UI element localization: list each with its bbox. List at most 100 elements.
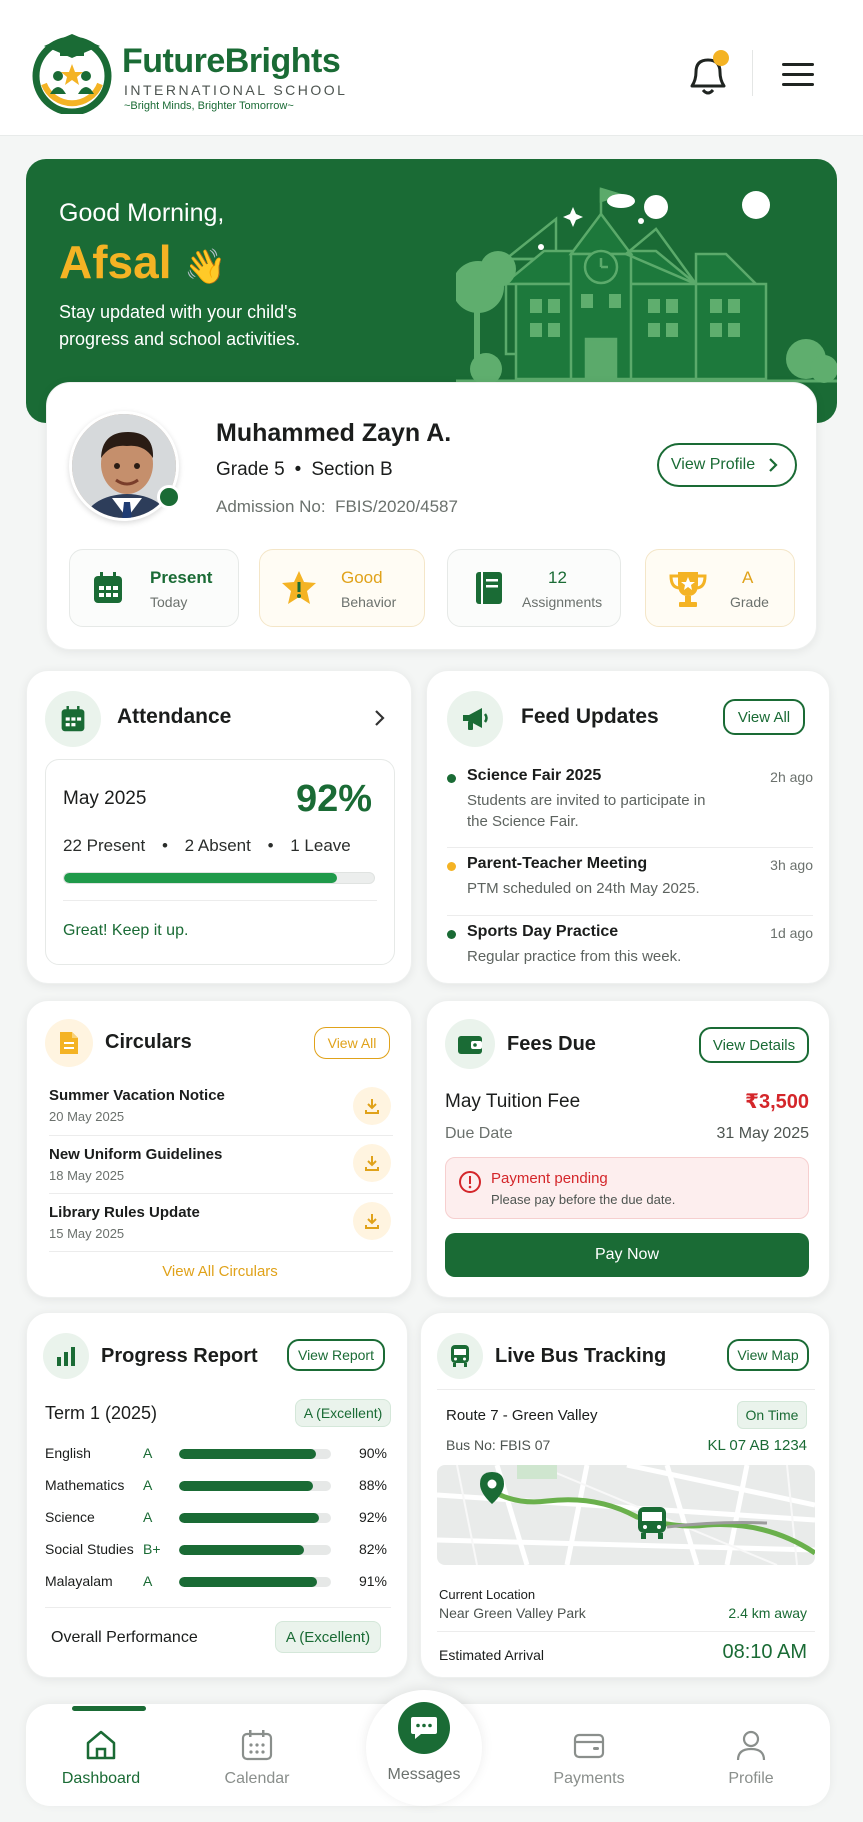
view-profile-label: View Profile: [670, 456, 756, 473]
view-all-circulars-link[interactable]: View All Circulars: [27, 1263, 413, 1280]
download-button[interactable]: [353, 1202, 391, 1240]
calendar-icon: [94, 572, 122, 603]
hero-line-2: progress and school activities.: [59, 329, 301, 349]
chevron-right-icon[interactable]: [369, 707, 389, 729]
subject-row: Malayalam A 91%: [45, 1571, 391, 1595]
download-button[interactable]: [353, 1144, 391, 1182]
circular-date: 20 May 2025: [49, 1109, 125, 1124]
attendance-card[interactable]: Attendance May 2025 92% 22 Present • 2 A…: [26, 670, 412, 984]
subject-row: Social Studies B+ 82%: [45, 1539, 391, 1563]
view-map-button[interactable]: View Map: [727, 1339, 809, 1371]
nav-label: Messages: [387, 1766, 461, 1783]
feed-item[interactable]: Sports Day Practice 1d ago Regular pract…: [447, 923, 813, 979]
book-icon: [476, 572, 502, 604]
nav-calendar[interactable]: Calendar: [202, 1704, 312, 1812]
circulars-card: Circulars View All Summer Vacation Notic…: [26, 1000, 412, 1298]
divider: [437, 1389, 815, 1390]
subject-grade: A: [143, 1573, 153, 1589]
stat-assignments-value: 12: [548, 568, 567, 587]
attendance-percent: 92%: [295, 778, 372, 820]
feed-item[interactable]: Parent-Teacher Meeting 3h ago PTM schedu…: [447, 855, 813, 911]
alert-subtitle: Please pay before the due date.: [491, 1192, 676, 1207]
subject-progress-fill: [179, 1449, 316, 1459]
greeting-text: Good Morning,: [59, 199, 225, 227]
divider: [447, 847, 813, 848]
bus-route: Route 7 - Green Valley: [446, 1407, 598, 1424]
circulars-view-all-button[interactable]: View All: [314, 1027, 390, 1059]
admission-info: Admission No: FBIS/2020/4587: [216, 497, 458, 517]
bus-status-badge: On Time: [737, 1401, 807, 1429]
download-icon: [365, 1214, 379, 1229]
nav-messages[interactable]: Messages: [366, 1690, 482, 1806]
menu-icon: [782, 63, 814, 86]
notification-button[interactable]: [684, 48, 732, 100]
overall-performance-label: Overall Performance: [51, 1629, 198, 1646]
stat-present-label: Today: [150, 594, 188, 610]
attendance-progress-fill: [64, 873, 337, 883]
nav-profile[interactable]: Profile: [696, 1704, 806, 1812]
view-profile-button[interactable]: View Profile: [657, 443, 797, 487]
progress-title: Progress Report: [101, 1345, 258, 1367]
divider: [49, 1251, 393, 1252]
bus-distance: 2.4 km away: [728, 1605, 807, 1621]
view-report-button[interactable]: View Report: [287, 1339, 385, 1371]
subject-percent: 91%: [358, 1573, 387, 1589]
school-logo: [30, 30, 114, 116]
subject-progress-bar: [179, 1513, 331, 1523]
bus-tracking-card: Live Bus Tracking View Map Route 7 - Gre…: [420, 1312, 830, 1678]
circular-title: New Uniform Guidelines: [49, 1146, 223, 1163]
nav-label: Payments: [553, 1770, 625, 1787]
stat-present-value: Present: [150, 568, 213, 587]
wallet-icon: [573, 1733, 605, 1759]
download-button[interactable]: [353, 1087, 391, 1125]
user-icon: [736, 1730, 766, 1761]
feed-item[interactable]: Science Fair 2025 2h ago Students are in…: [447, 767, 813, 839]
term-label: Term 1 (2025): [45, 1403, 158, 1423]
term-grade-badge: A (Excellent): [295, 1399, 391, 1427]
subject-name: English: [45, 1445, 91, 1461]
circular-item[interactable]: Library Rules Update 15 May 2025: [49, 1202, 393, 1254]
attendance-progress-bar: [63, 872, 375, 884]
circular-title: Library Rules Update: [49, 1204, 200, 1221]
overall-grade-badge: A (Excellent): [275, 1621, 381, 1653]
megaphone-icon: [463, 708, 488, 730]
eta-label: Estimated Arrival: [439, 1647, 545, 1663]
student-section: Section B: [311, 459, 393, 480]
nav-dashboard[interactable]: Dashboard: [46, 1704, 156, 1812]
admission-label: Admission No:: [216, 497, 326, 516]
subject-grade: A: [143, 1445, 153, 1461]
pay-now-button[interactable]: Pay Now: [445, 1233, 809, 1277]
nav-label: Calendar: [224, 1770, 290, 1787]
subject-progress-fill: [179, 1513, 319, 1523]
nav-payments[interactable]: Payments: [534, 1704, 644, 1812]
subject-grade: B+: [143, 1541, 161, 1557]
feed-dot: [447, 862, 456, 871]
student-name: Muhammed Zayn A.: [216, 419, 452, 447]
divider: [63, 900, 377, 901]
subject-percent: 90%: [358, 1445, 387, 1461]
feed-updates-card: Feed Updates View All Science Fair 2025 …: [426, 670, 830, 984]
bus-title: Live Bus Tracking: [495, 1345, 667, 1367]
feed-title: Feed Updates: [521, 705, 659, 728]
feed-item-desc: PTM scheduled on 24th May 2025.: [467, 880, 700, 897]
fee-amount: ₹3,500: [745, 1091, 809, 1113]
feed-view-all-button[interactable]: View All: [723, 699, 805, 735]
bus-map[interactable]: [437, 1465, 815, 1565]
circular-item[interactable]: Summer Vacation Notice 20 May 2025: [49, 1087, 393, 1137]
due-date-label: Due Date: [445, 1125, 513, 1142]
divider: [752, 50, 753, 96]
present-count: 22 Present: [63, 836, 146, 855]
stat-assignments-label: Assignments: [522, 594, 603, 610]
feed-item-time: 1d ago: [770, 925, 813, 941]
parent-name: Afsal 👋: [59, 235, 227, 289]
view-details-button[interactable]: View Details: [699, 1027, 809, 1063]
circular-item[interactable]: New Uniform Guidelines 18 May 2025: [49, 1144, 393, 1196]
menu-button[interactable]: [780, 60, 816, 90]
leave-count: 1 Leave: [290, 836, 351, 855]
star-icon: [282, 571, 316, 604]
attendance-icon-circle: [45, 691, 101, 747]
parent-name-text: Afsal: [59, 236, 172, 288]
feed-item-time: 2h ago: [770, 769, 813, 785]
attendance-summary-box: May 2025 92% 22 Present • 2 Absent • 1 L…: [45, 759, 395, 965]
app-header: FutureBrights INTERNATIONAL SCHOOL ~Brig…: [0, 0, 863, 136]
